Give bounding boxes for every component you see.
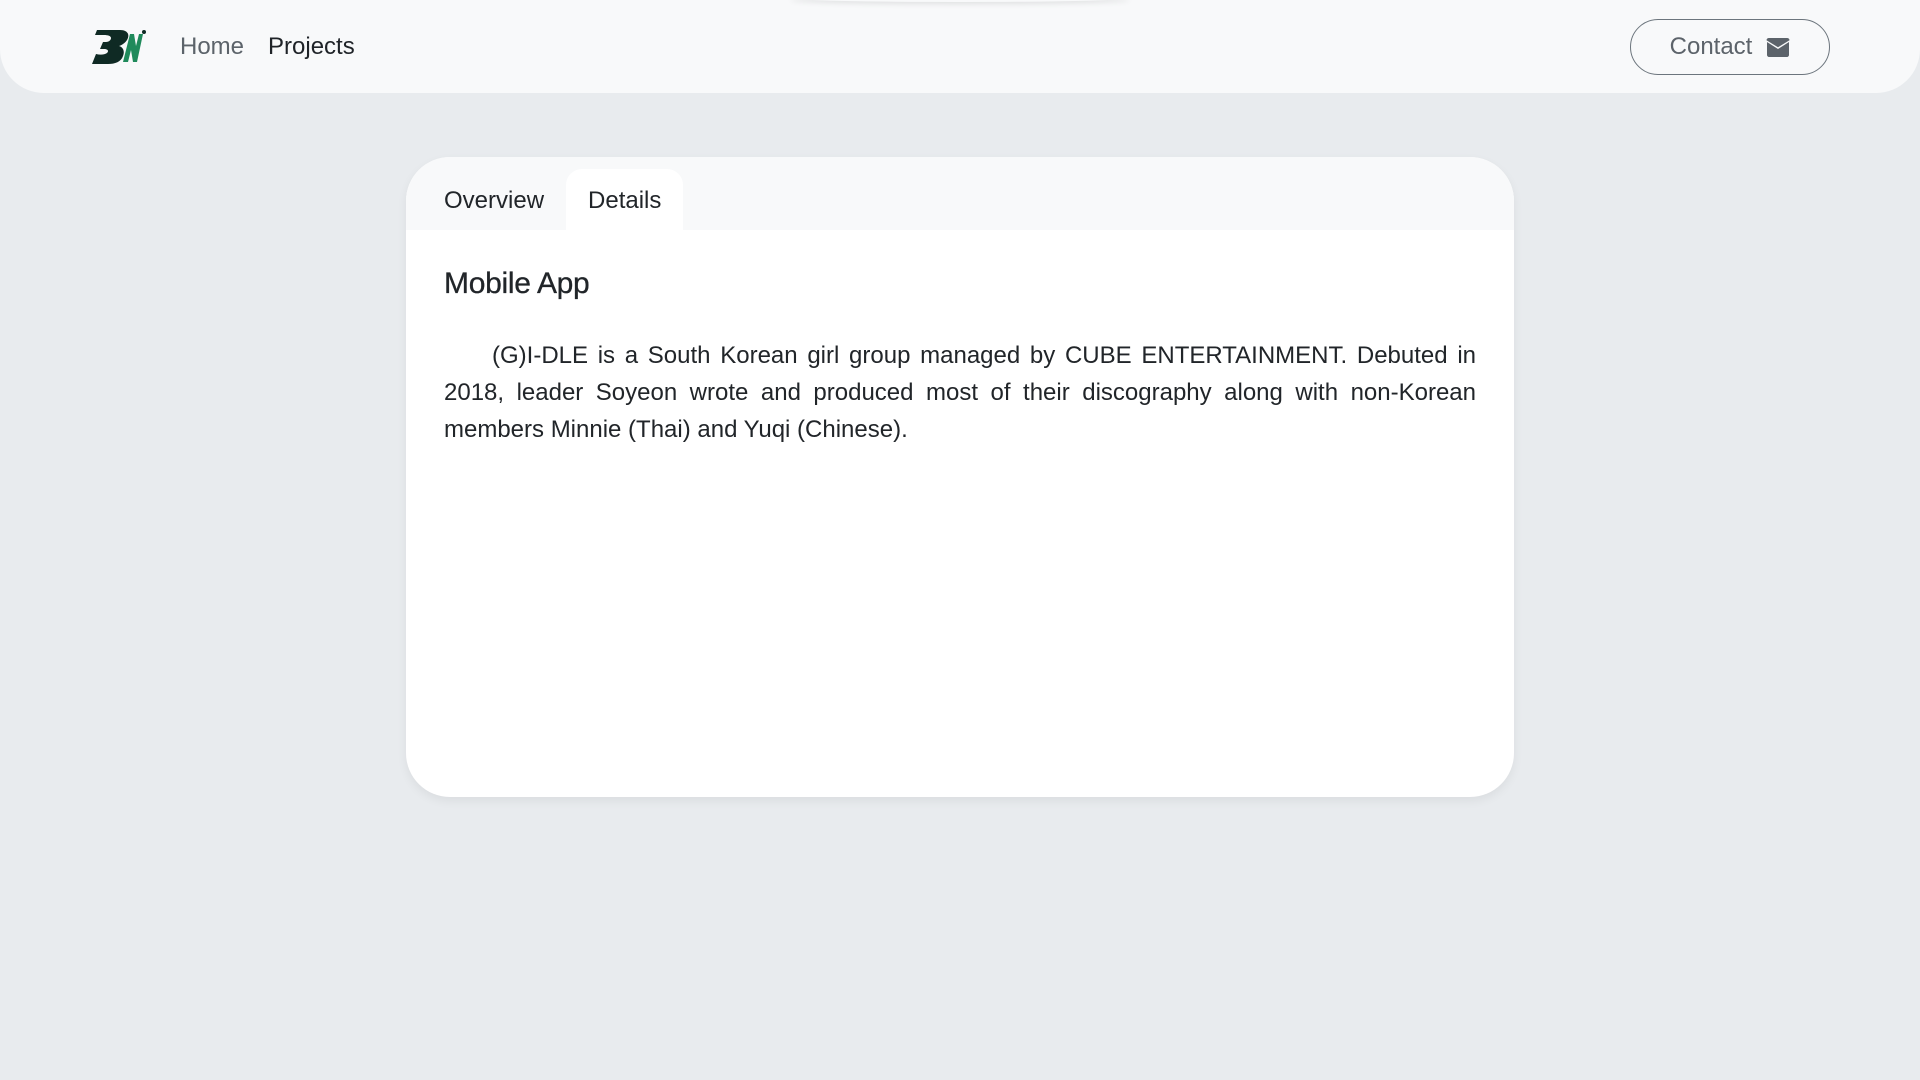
contact-button-label: Contact bbox=[1669, 33, 1753, 60]
card-tabs: Overview Details bbox=[422, 169, 684, 230]
nav-link-home[interactable]: Home bbox=[180, 33, 244, 61]
tab-overview[interactable]: Overview bbox=[422, 169, 566, 230]
nav-links: Home Projects bbox=[180, 0, 355, 93]
card-title: Mobile App bbox=[444, 267, 590, 300]
project-card: Overview Details Mobile App (G)I-DLE is … bbox=[406, 157, 1514, 797]
envelope-icon bbox=[1766, 37, 1790, 57]
top-navbar: Home Projects Contact bbox=[0, 0, 1920, 93]
brand-logo[interactable] bbox=[90, 28, 146, 66]
card-body: Mobile App (G)I-DLE is a South Korean gi… bbox=[444, 267, 1476, 448]
nav-link-projects[interactable]: Projects bbox=[268, 33, 355, 61]
decorative-shadow bbox=[790, 0, 1130, 2]
card-description: (G)I-DLE is a South Korean girl group ma… bbox=[444, 342, 1476, 443]
tab-details[interactable]: Details bbox=[566, 169, 684, 230]
contact-button[interactable]: Contact bbox=[1630, 19, 1830, 75]
card-header: Overview Details bbox=[406, 157, 1514, 230]
